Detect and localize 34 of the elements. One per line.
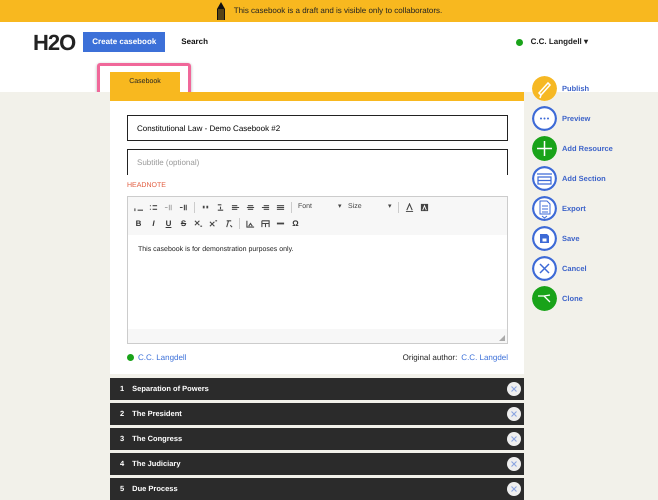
special-character-button[interactable]: Ω: [291, 218, 300, 230]
resize-handle-icon[interactable]: [499, 334, 505, 340]
format-button[interactable]: U: [164, 218, 173, 230]
remove-icon[interactable]: [507, 457, 521, 471]
table-icon[interactable]: [261, 219, 270, 228]
original-author-label: Original author:: [402, 352, 458, 364]
align-left-icon[interactable]: [231, 203, 240, 212]
remove-format-icon[interactable]: [224, 219, 233, 228]
banner-text: This casebook is a draft and is visible only to collaborators.: [234, 5, 442, 17]
subscript-icon[interactable]: [194, 219, 203, 228]
format-button[interactable]: B: [134, 218, 143, 230]
title-field[interactable]: Constitutional Law - Demo Casebook #2: [127, 115, 508, 141]
align-center-icon[interactable]: [246, 203, 255, 212]
text-color-icon[interactable]: [405, 203, 414, 212]
collaborator-link[interactable]: C.C. Langdell: [138, 352, 186, 364]
align-right-icon[interactable]: [261, 203, 270, 212]
remove-icon[interactable]: [507, 382, 521, 396]
image-icon[interactable]: [246, 219, 255, 228]
bulleted-list-icon[interactable]: [149, 203, 158, 212]
format-button[interactable]: S: [179, 218, 188, 230]
indent-icon[interactable]: [179, 203, 188, 212]
original-author-link[interactable]: C.C. Langdel: [461, 352, 508, 364]
superscript-icon[interactable]: [209, 219, 218, 228]
justify-icon[interactable]: [276, 203, 285, 212]
logo[interactable]: H2O: [33, 26, 76, 58]
format-button[interactable]: I: [149, 218, 158, 230]
remove-icon[interactable]: [507, 482, 521, 496]
subtitle-field[interactable]: Subtitle (optional): [127, 149, 508, 175]
remove-icon[interactable]: [507, 432, 521, 446]
remove-icon[interactable]: [507, 407, 521, 421]
user-menu[interactable]: C.C. Langdell ▾: [530, 36, 588, 48]
background-color-icon[interactable]: [420, 203, 429, 212]
create-casebook-button[interactable]: Create casebook: [83, 32, 166, 52]
search-link[interactable]: Search: [181, 36, 208, 48]
